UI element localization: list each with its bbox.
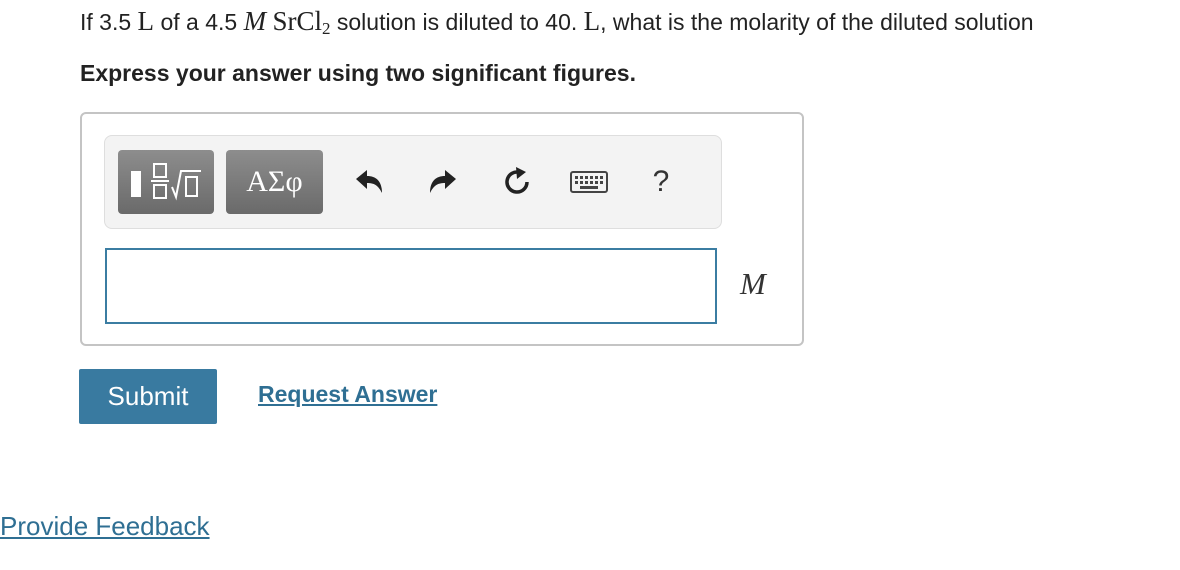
- math-toolbar: ΑΣφ ?: [104, 135, 722, 229]
- question-text: If 3.5 L of a 4.5 M SrCl2 solution is di…: [80, 6, 1034, 37]
- volume-unit-final: L: [583, 6, 601, 36]
- provide-feedback-link[interactable]: Provide Feedback: [0, 511, 210, 542]
- question-suffix: , what is the molarity of the diluted so…: [600, 9, 1034, 35]
- answer-panel: ΑΣφ ? M: [80, 112, 804, 346]
- templates-icon: [131, 163, 201, 201]
- compound-base: SrCl: [272, 6, 322, 36]
- question-of-a: of a 4.5: [160, 9, 238, 35]
- answer-input[interactable]: [105, 248, 717, 324]
- question-middle: solution is diluted to 40.: [336, 9, 578, 35]
- submit-button[interactable]: Submit: [79, 369, 217, 424]
- answer-unit: M: [740, 266, 766, 301]
- volume-unit-initial: L: [137, 6, 155, 36]
- request-answer-link[interactable]: Request Answer: [258, 381, 437, 408]
- keyboard-icon[interactable]: [569, 164, 609, 200]
- reset-icon[interactable]: [499, 164, 535, 200]
- compound-subscript: 2: [321, 19, 331, 38]
- redo-icon[interactable]: [425, 164, 461, 200]
- help-button[interactable]: ?: [643, 164, 679, 200]
- compound-formula: SrCl2: [272, 6, 331, 38]
- question-prefix: If 3.5: [80, 9, 132, 35]
- templates-button[interactable]: [118, 150, 214, 214]
- molar-symbol: M: [243, 6, 267, 36]
- undo-icon[interactable]: [351, 164, 387, 200]
- symbols-button[interactable]: ΑΣφ: [226, 150, 323, 214]
- answer-instruction: Express your answer using two significan…: [80, 60, 636, 86]
